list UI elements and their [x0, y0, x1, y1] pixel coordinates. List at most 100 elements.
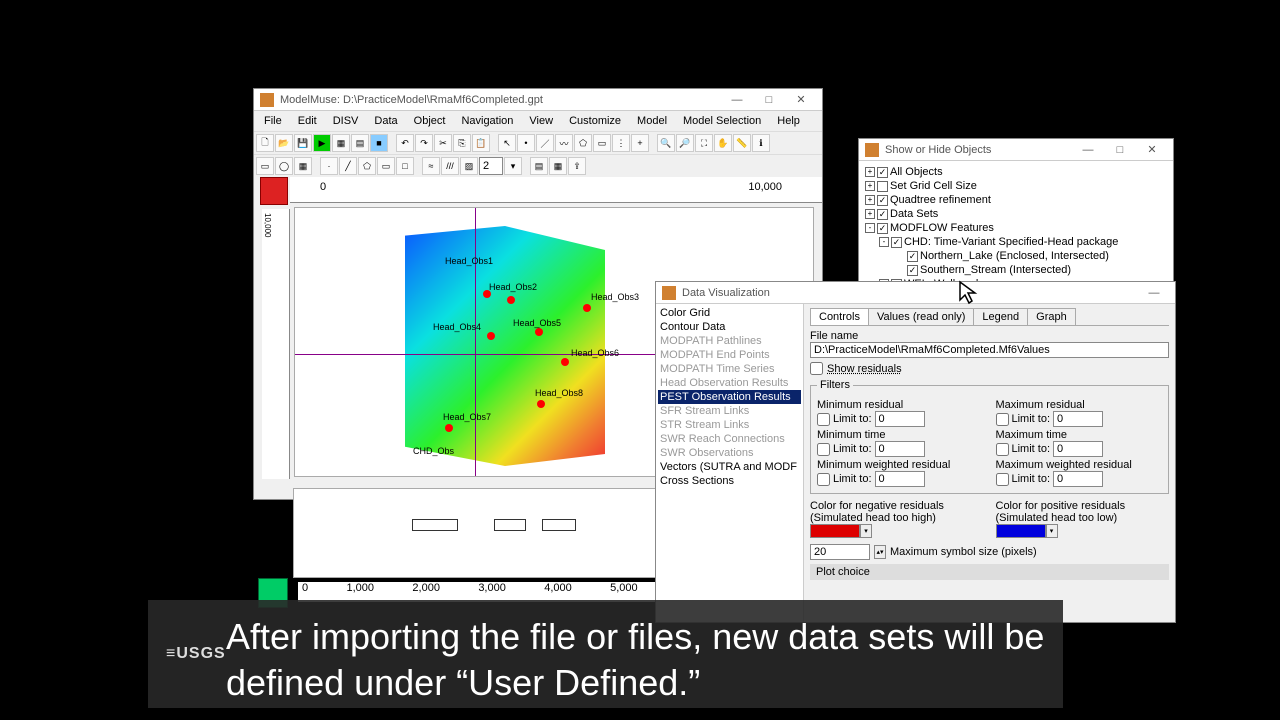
measure-icon[interactable]: 📏: [733, 134, 751, 152]
menu-file[interactable]: File: [258, 113, 288, 129]
select-tool-icon[interactable]: ▭: [256, 157, 274, 175]
color-icon[interactable]: ■: [370, 134, 388, 152]
tree-checkbox[interactable]: ✓: [877, 167, 888, 178]
obs-point[interactable]: [561, 358, 569, 366]
export-icon[interactable]: ⇪: [568, 157, 586, 175]
min-residual-limit-checkbox[interactable]: [817, 413, 830, 426]
polygon-tool-icon[interactable]: ⬠: [574, 134, 592, 152]
contour-icon[interactable]: ≈: [422, 157, 440, 175]
objects-titlebar[interactable]: Show or Hide Objects — □ ✕: [859, 139, 1173, 161]
grid-icon[interactable]: ▦: [332, 134, 350, 152]
tree-expand-icon[interactable]: -: [879, 237, 889, 247]
menu-customize[interactable]: Customize: [563, 113, 627, 129]
maximize-button[interactable]: □: [1105, 141, 1135, 159]
polyline-tool-icon[interactable]: 〰: [555, 134, 573, 152]
tree-checkbox[interactable]: ✓: [907, 265, 918, 276]
edit-vertex-icon[interactable]: ⋮: [612, 134, 630, 152]
copy-icon[interactable]: ⎘: [453, 134, 471, 152]
layers-icon[interactable]: ▤: [351, 134, 369, 152]
fill-icon[interactable]: ▨: [460, 157, 478, 175]
tree-checkbox[interactable]: ✓: [907, 251, 918, 262]
add-vertex-icon[interactable]: +: [631, 134, 649, 152]
run-icon[interactable]: ▶: [313, 134, 331, 152]
tree-checkbox[interactable]: ✓: [891, 237, 902, 248]
zoom-in-icon[interactable]: 🔍: [657, 134, 675, 152]
zoom-extent-icon[interactable]: ⛶: [695, 134, 713, 152]
max-wres-limit-checkbox[interactable]: [996, 473, 1009, 486]
dataviz-list-item[interactable]: Vectors (SUTRA and MODF: [658, 460, 801, 474]
tree-expand-icon[interactable]: -: [865, 223, 875, 233]
tree-row[interactable]: -✓CHD: Time-Variant Specified-Head packa…: [865, 235, 1167, 249]
menu-object[interactable]: Object: [408, 113, 452, 129]
obs-point[interactable]: [445, 424, 453, 432]
max-time-input[interactable]: [1053, 441, 1103, 457]
min-residual-input[interactable]: [875, 411, 925, 427]
pos-color-swatch[interactable]: [996, 524, 1046, 538]
shape-line-icon[interactable]: ╱: [339, 157, 357, 175]
close-button[interactable]: ✕: [786, 91, 816, 109]
pan-icon[interactable]: ✋: [714, 134, 732, 152]
tree-row[interactable]: +✓Quadtree refinement: [865, 193, 1167, 207]
view-cube-icon[interactable]: [260, 177, 288, 205]
menu-data[interactable]: Data: [368, 113, 403, 129]
menu-view[interactable]: View: [523, 113, 559, 129]
max-residual-input[interactable]: [1053, 411, 1103, 427]
obs-point[interactable]: [583, 304, 591, 312]
neg-color-swatch[interactable]: [810, 524, 860, 538]
layer-spinner[interactable]: [479, 157, 503, 175]
tree-row[interactable]: +Set Grid Cell Size: [865, 179, 1167, 193]
shape-poly-icon[interactable]: ⬠: [358, 157, 376, 175]
shape-square-icon[interactable]: □: [396, 157, 414, 175]
point-tool-icon[interactable]: •: [517, 134, 535, 152]
main-titlebar[interactable]: ModelMuse: D:\PracticeModel\RmaMf6Comple…: [254, 89, 822, 111]
pos-color-dropdown-icon[interactable]: ▾: [1046, 524, 1058, 538]
dataviz-list-item[interactable]: PEST Observation Results: [658, 390, 801, 404]
min-time-limit-checkbox[interactable]: [817, 443, 830, 456]
obs-point[interactable]: [535, 328, 543, 336]
pointer-icon[interactable]: ↖: [498, 134, 516, 152]
paste-icon[interactable]: 📋: [472, 134, 490, 152]
dataviz-list-item[interactable]: Color Grid: [658, 306, 801, 320]
redo-icon[interactable]: ↷: [415, 134, 433, 152]
tree-row[interactable]: -✓MODFLOW Features: [865, 221, 1167, 235]
tree-checkbox[interactable]: ✓: [877, 195, 888, 206]
lasso-tool-icon[interactable]: ◯: [275, 157, 293, 175]
undo-icon[interactable]: ↶: [396, 134, 414, 152]
minimize-button[interactable]: —: [1073, 141, 1103, 159]
tab-values[interactable]: Values (read only): [868, 308, 974, 325]
tree-expand-icon[interactable]: +: [865, 167, 875, 177]
menu-model-selection[interactable]: Model Selection: [677, 113, 767, 129]
grid2-icon[interactable]: ▦: [549, 157, 567, 175]
tree-row[interactable]: +✓Data Sets: [865, 207, 1167, 221]
cut-icon[interactable]: ✂: [434, 134, 452, 152]
symbol-size-spinner-icon[interactable]: ▴▾: [874, 545, 886, 559]
zoom-out-icon[interactable]: 🔎: [676, 134, 694, 152]
max-residual-limit-checkbox[interactable]: [996, 413, 1009, 426]
tree-expand-icon[interactable]: +: [865, 195, 875, 205]
dataviz-titlebar[interactable]: Data Visualization —: [656, 282, 1175, 304]
max-wres-input[interactable]: [1053, 471, 1103, 487]
tree-expand-icon[interactable]: +: [865, 209, 875, 219]
maximize-button[interactable]: □: [754, 91, 784, 109]
symbol-size-input[interactable]: [810, 544, 870, 560]
tree-row[interactable]: ✓Northern_Lake (Enclosed, Intersected): [865, 249, 1167, 263]
dataviz-list-item[interactable]: Contour Data: [658, 320, 801, 334]
obs-point[interactable]: [507, 296, 515, 304]
menu-model[interactable]: Model: [631, 113, 673, 129]
max-time-limit-checkbox[interactable]: [996, 443, 1009, 456]
neg-color-dropdown-icon[interactable]: ▾: [860, 524, 872, 538]
tree-row[interactable]: +✓All Objects: [865, 165, 1167, 179]
table-icon[interactable]: ▤: [530, 157, 548, 175]
obs-point[interactable]: [487, 332, 495, 340]
tab-legend[interactable]: Legend: [973, 308, 1028, 325]
minimize-button[interactable]: —: [722, 91, 752, 109]
shape-point-icon[interactable]: ·: [320, 157, 338, 175]
menu-help[interactable]: Help: [771, 113, 806, 129]
info-icon[interactable]: ℹ: [752, 134, 770, 152]
min-wres-limit-checkbox[interactable]: [817, 473, 830, 486]
line-tool-icon[interactable]: ／: [536, 134, 554, 152]
tree-row[interactable]: ✓Southern_Stream (Intersected): [865, 263, 1167, 277]
filename-input[interactable]: [810, 342, 1169, 358]
new-file-icon[interactable]: 🗋: [256, 134, 274, 152]
minimize-button[interactable]: —: [1139, 284, 1169, 302]
